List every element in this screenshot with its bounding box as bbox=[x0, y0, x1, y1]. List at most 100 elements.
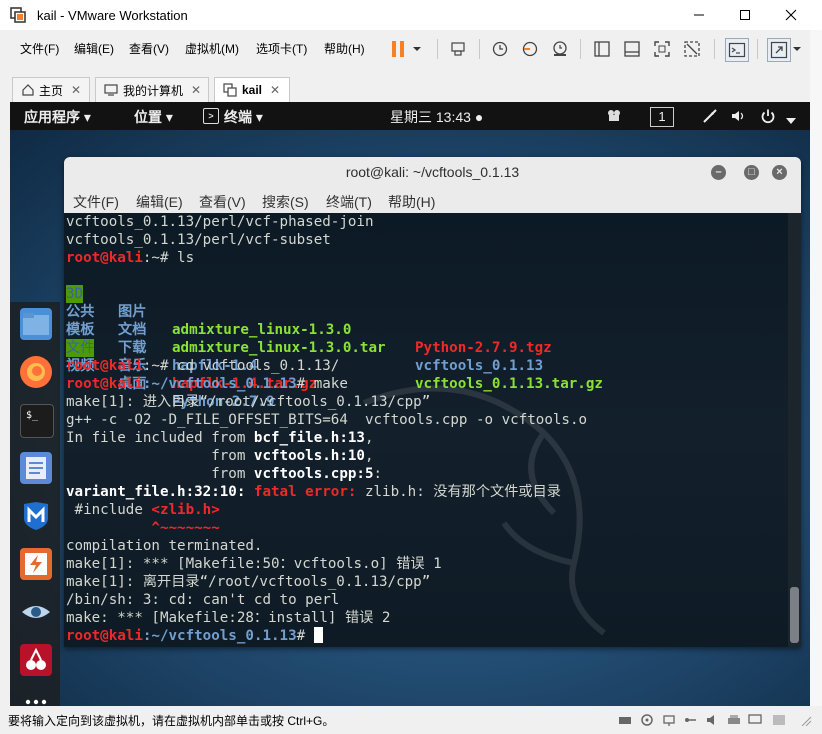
firefox-icon[interactable] bbox=[20, 356, 52, 388]
workspace-indicator[interactable]: 1 bbox=[650, 107, 674, 127]
line-text: , bbox=[364, 430, 374, 446]
send-ctrl-alt-del-button[interactable] bbox=[448, 38, 470, 60]
line-text: from bbox=[66, 466, 254, 482]
toolbar-separator bbox=[437, 39, 438, 59]
close-icon[interactable]: ✕ bbox=[191, 83, 201, 97]
line-text: , bbox=[364, 448, 374, 464]
clock[interactable]: 星期三 13:43 ● bbox=[390, 107, 483, 127]
power-icon[interactable] bbox=[760, 108, 776, 127]
terminal-menubar: 文件(F) 编辑(E) 查看(V) 搜索(S) 终端(T) 帮助(H) bbox=[64, 187, 801, 214]
volume-icon[interactable] bbox=[730, 108, 748, 127]
prompt-command: :~# cd vcftools_0.1.13/ bbox=[142, 358, 340, 374]
sound-card-icon[interactable] bbox=[706, 714, 720, 726]
console-view-button[interactable] bbox=[725, 38, 749, 62]
tab-kail[interactable]: kail ✕ bbox=[214, 77, 290, 102]
unity-mode-button[interactable] bbox=[681, 38, 703, 60]
close-button[interactable] bbox=[768, 0, 814, 30]
terminal-close-button[interactable]: × bbox=[772, 165, 787, 180]
terminal-output[interactable]: vcftools_0.1.13/perl/vcf-phased-join vcf… bbox=[64, 213, 788, 647]
snapshot-manager-icon bbox=[553, 41, 567, 56]
ls-entry: Python-2.7.9.tgz bbox=[415, 340, 552, 356]
printer-icon[interactable] bbox=[727, 714, 741, 726]
snapshot-button[interactable] bbox=[489, 38, 511, 60]
network-adapter-icon[interactable] bbox=[662, 714, 676, 726]
terminal-scrollbar-thumb[interactable] bbox=[790, 587, 799, 643]
menu-view[interactable]: 查看(V) bbox=[129, 40, 169, 57]
toolbar-separator bbox=[714, 39, 715, 59]
tab-my-computer[interactable]: 我的计算机 ✕ bbox=[95, 77, 209, 102]
thumbnail-view-button[interactable] bbox=[621, 38, 643, 60]
terminal-line: compilation terminated. bbox=[66, 538, 263, 554]
console-icon bbox=[728, 42, 746, 58]
text-editor-icon[interactable] bbox=[20, 452, 52, 484]
terminal-line: ^~~~~~~~ bbox=[66, 519, 219, 537]
minimize-button[interactable] bbox=[676, 0, 722, 30]
display-icon[interactable] bbox=[748, 714, 762, 726]
terminal-scrollbar[interactable] bbox=[788, 213, 801, 647]
ls-output-row: 模板 下载 hapflk-1.4 vcftools_0.1.13.tar.gz bbox=[66, 303, 603, 392]
terminal-line: make[1]: 进入目录“/root/vcftools_0.1.13/cpp” bbox=[66, 394, 431, 410]
line-text: : bbox=[373, 466, 383, 482]
eye-icon[interactable] bbox=[20, 596, 52, 628]
chevron-down-icon[interactable] bbox=[786, 112, 796, 128]
maximize-button[interactable] bbox=[722, 0, 768, 30]
camera-icon[interactable] bbox=[606, 109, 624, 122]
prompt-user: root@kali bbox=[66, 358, 143, 374]
prompt-command: # make bbox=[296, 376, 348, 392]
terminal-line: from vcftools.cpp:5: bbox=[66, 465, 382, 483]
places-menu[interactable]: 位置 ▾ bbox=[134, 107, 173, 127]
window-title: kail - VMware Workstation bbox=[37, 8, 188, 23]
ls-entry: 图片 bbox=[118, 304, 147, 320]
terminal-title-bar[interactable]: root@kali: ~/vcftools_0.1.13 – □ × bbox=[64, 157, 801, 187]
prompt-user: root@kali bbox=[66, 376, 143, 392]
revert-snapshot-button[interactable] bbox=[519, 38, 541, 60]
network-icon[interactable] bbox=[702, 108, 718, 127]
cherrytree-icon[interactable] bbox=[20, 644, 52, 676]
line-text: #include bbox=[66, 502, 152, 518]
terminal-menu-search[interactable]: 搜索(S) bbox=[262, 192, 309, 212]
metasploit-icon[interactable] bbox=[20, 500, 52, 532]
terminal-menu-edit[interactable]: 编辑(E) bbox=[136, 192, 183, 212]
terminal-line: vcftools_0.1.13/perl/vcf-subset bbox=[66, 232, 331, 248]
vmware-menubar: 文件(F) 编辑(E) 查看(V) 虚拟机(M) 选项卡(T) 帮助(H) bbox=[0, 30, 822, 68]
hard-disk-icon[interactable] bbox=[618, 714, 632, 726]
cd-drive-icon[interactable] bbox=[640, 714, 654, 726]
terminal-menu-view[interactable]: 查看(V) bbox=[199, 192, 246, 212]
snapshot-manager-button[interactable] bbox=[549, 38, 571, 60]
file-ref: bcf_file.h:13 bbox=[253, 430, 365, 446]
ls-output-row: 视频 桌面 Python-2.7.9 bbox=[66, 339, 275, 410]
terminal-maximize-button[interactable]: □ bbox=[744, 165, 759, 180]
menu-help[interactable]: 帮助(H) bbox=[324, 40, 365, 57]
chevron-down-icon bbox=[413, 47, 421, 51]
library-view-button[interactable] bbox=[591, 38, 613, 60]
close-icon[interactable]: ✕ bbox=[71, 83, 81, 97]
tab-home[interactable]: 主页 ✕ bbox=[12, 77, 90, 102]
terminal-minimize-button[interactable]: – bbox=[711, 165, 726, 180]
terminal-menu-help[interactable]: 帮助(H) bbox=[388, 192, 435, 212]
terminal-icon[interactable]: $_ bbox=[20, 404, 54, 438]
terminal-app-menu[interactable]: 终端 ▾ bbox=[224, 107, 263, 127]
burpsuite-icon[interactable] bbox=[20, 548, 52, 580]
suspend-button[interactable] bbox=[387, 38, 409, 60]
usb-icon[interactable] bbox=[684, 714, 698, 726]
stretch-dropdown[interactable] bbox=[791, 38, 803, 60]
show-applications-icon[interactable] bbox=[20, 694, 52, 706]
power-dropdown[interactable] bbox=[410, 38, 424, 60]
stretch-guest-button[interactable] bbox=[767, 38, 791, 62]
message-log-icon[interactable] bbox=[772, 714, 786, 726]
menu-edit[interactable]: 编辑(E) bbox=[74, 40, 114, 57]
applications-menu[interactable]: 应用程序 ▾ bbox=[24, 107, 91, 127]
menu-file[interactable]: 文件(F) bbox=[20, 40, 59, 57]
terminal-line: root@kali:~/vcftools_0.1.13# bbox=[66, 627, 323, 645]
fullscreen-button[interactable] bbox=[651, 38, 673, 60]
minimize-icon bbox=[694, 14, 704, 16]
terminal-menu-terminal[interactable]: 终端(T) bbox=[326, 192, 372, 212]
terminal-menu-file[interactable]: 文件(F) bbox=[73, 192, 119, 212]
pause-icon bbox=[392, 41, 404, 57]
terminal-app-icon: > bbox=[203, 108, 219, 124]
terminal-window[interactable]: root@kali: ~/vcftools_0.1.13 – □ × 文件(F)… bbox=[64, 157, 801, 647]
files-icon[interactable] bbox=[20, 308, 52, 340]
menu-tabs[interactable]: 选项卡(T) bbox=[256, 40, 307, 57]
close-icon[interactable]: ✕ bbox=[270, 83, 280, 97]
menu-vm[interactable]: 虚拟机(M) bbox=[185, 40, 239, 57]
